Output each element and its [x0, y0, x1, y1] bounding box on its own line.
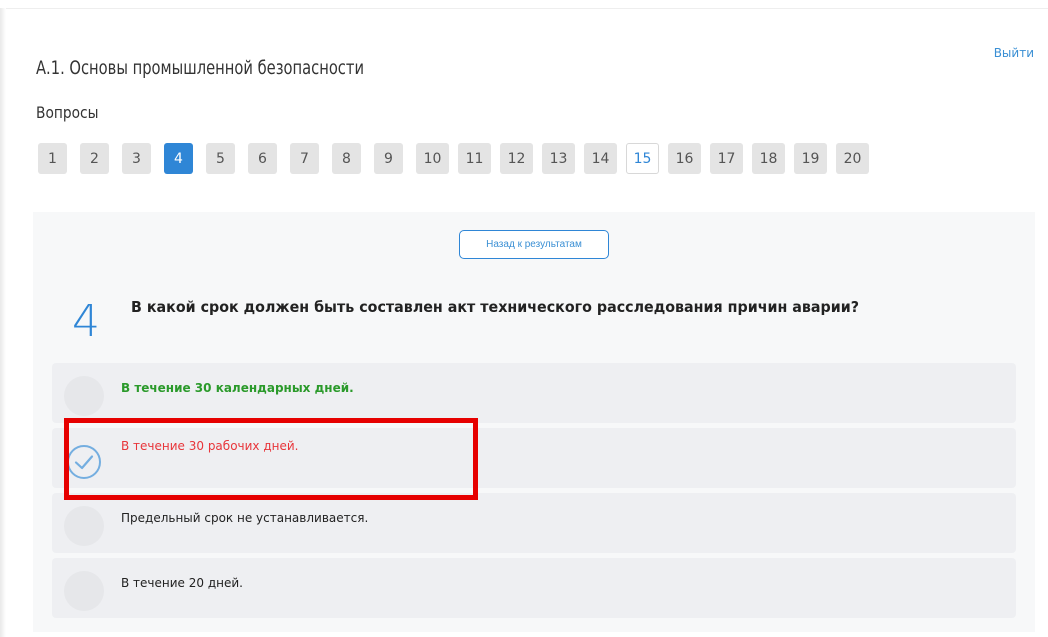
answer-radio[interactable]	[64, 506, 104, 546]
logout-link[interactable]: Выйти	[994, 46, 1034, 60]
answer-option-4[interactable]: В течение 20 дней.	[52, 558, 1016, 618]
left-shadow	[0, 8, 6, 637]
answer-radio[interactable]	[64, 571, 104, 611]
check-circle-icon[interactable]	[64, 442, 104, 482]
question-text: В какой срок должен быть составлен акт т…	[131, 298, 860, 316]
answer-text: В течение 20 дней.	[121, 576, 243, 590]
question-button-3[interactable]: 3	[122, 143, 151, 174]
question-button-4[interactable]: 4	[164, 143, 193, 174]
question-button-17[interactable]: 17	[710, 143, 743, 174]
question-button-8[interactable]: 8	[332, 143, 361, 174]
question-button-9[interactable]: 9	[374, 143, 403, 174]
question-button-2[interactable]: 2	[80, 143, 109, 174]
answer-text: В течение 30 рабочих дней.	[121, 439, 299, 453]
question-button-5[interactable]: 5	[206, 143, 235, 174]
question-button-6[interactable]: 6	[248, 143, 277, 174]
answer-option-2[interactable]: В течение 30 рабочих дней.	[52, 428, 1016, 488]
question-button-1[interactable]: 1	[38, 143, 67, 174]
back-to-results-button[interactable]: Назад к результатам	[459, 230, 609, 259]
question-button-20[interactable]: 20	[836, 143, 869, 174]
page-title: А.1. Основы промышленной безопасности	[36, 57, 365, 79]
question-button-11[interactable]: 11	[458, 143, 491, 174]
answer-text: Предельный срок не устанавливается.	[121, 511, 369, 525]
question-button-18[interactable]: 18	[752, 143, 785, 174]
question-button-7[interactable]: 7	[290, 143, 319, 174]
questions-heading: Вопросы	[36, 103, 99, 122]
answer-text: В течение 30 календарных дней.	[121, 381, 354, 395]
question-button-15[interactable]: 15	[626, 143, 659, 174]
top-divider	[0, 8, 1048, 9]
question-button-10[interactable]: 10	[416, 143, 449, 174]
answer-option-3[interactable]: Предельный срок не устанавливается.	[52, 493, 1016, 553]
question-button-13[interactable]: 13	[542, 143, 575, 174]
question-button-12[interactable]: 12	[500, 143, 533, 174]
question-button-16[interactable]: 16	[668, 143, 701, 174]
question-button-19[interactable]: 19	[794, 143, 827, 174]
answer-option-1[interactable]: В течение 30 календарных дней.	[52, 363, 1016, 423]
question-button-14[interactable]: 14	[584, 143, 617, 174]
question-number: 4	[72, 296, 100, 347]
answer-radio[interactable]	[64, 376, 104, 416]
